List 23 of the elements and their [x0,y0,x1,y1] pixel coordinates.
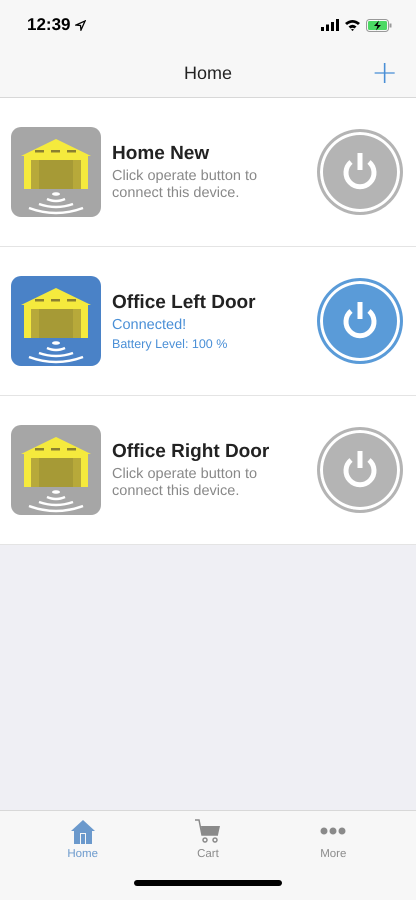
cart-icon [194,817,222,845]
status-time: 12:39 [27,15,70,35]
house-icon [68,817,97,845]
device-status: Connected! [112,316,188,334]
device-name: Office Left Door [112,292,257,314]
nav-title: Home [184,63,232,84]
device-name: Office Right Door [112,440,270,462]
wifi-icon [344,19,361,31]
device-status: Click operate button to connect this device. [112,466,258,500]
tab-item[interactable]: Cart [172,817,243,860]
device-status: Click operate button to connect this device. [112,168,258,202]
tab-item[interactable]: Home [48,817,118,860]
signal-icon [321,19,339,31]
more-icon [320,827,346,835]
garage-icon [11,127,101,217]
tab-item[interactable]: More [298,817,368,860]
garage-icon [11,425,101,515]
device-name: Home New [112,142,210,164]
garage-icon [11,276,101,366]
battery-level: Battery Level: 100 % [112,336,228,350]
add-button[interactable]: + [367,56,402,88]
battery-charging-icon [366,18,392,32]
location-arrow-icon [75,20,86,30]
